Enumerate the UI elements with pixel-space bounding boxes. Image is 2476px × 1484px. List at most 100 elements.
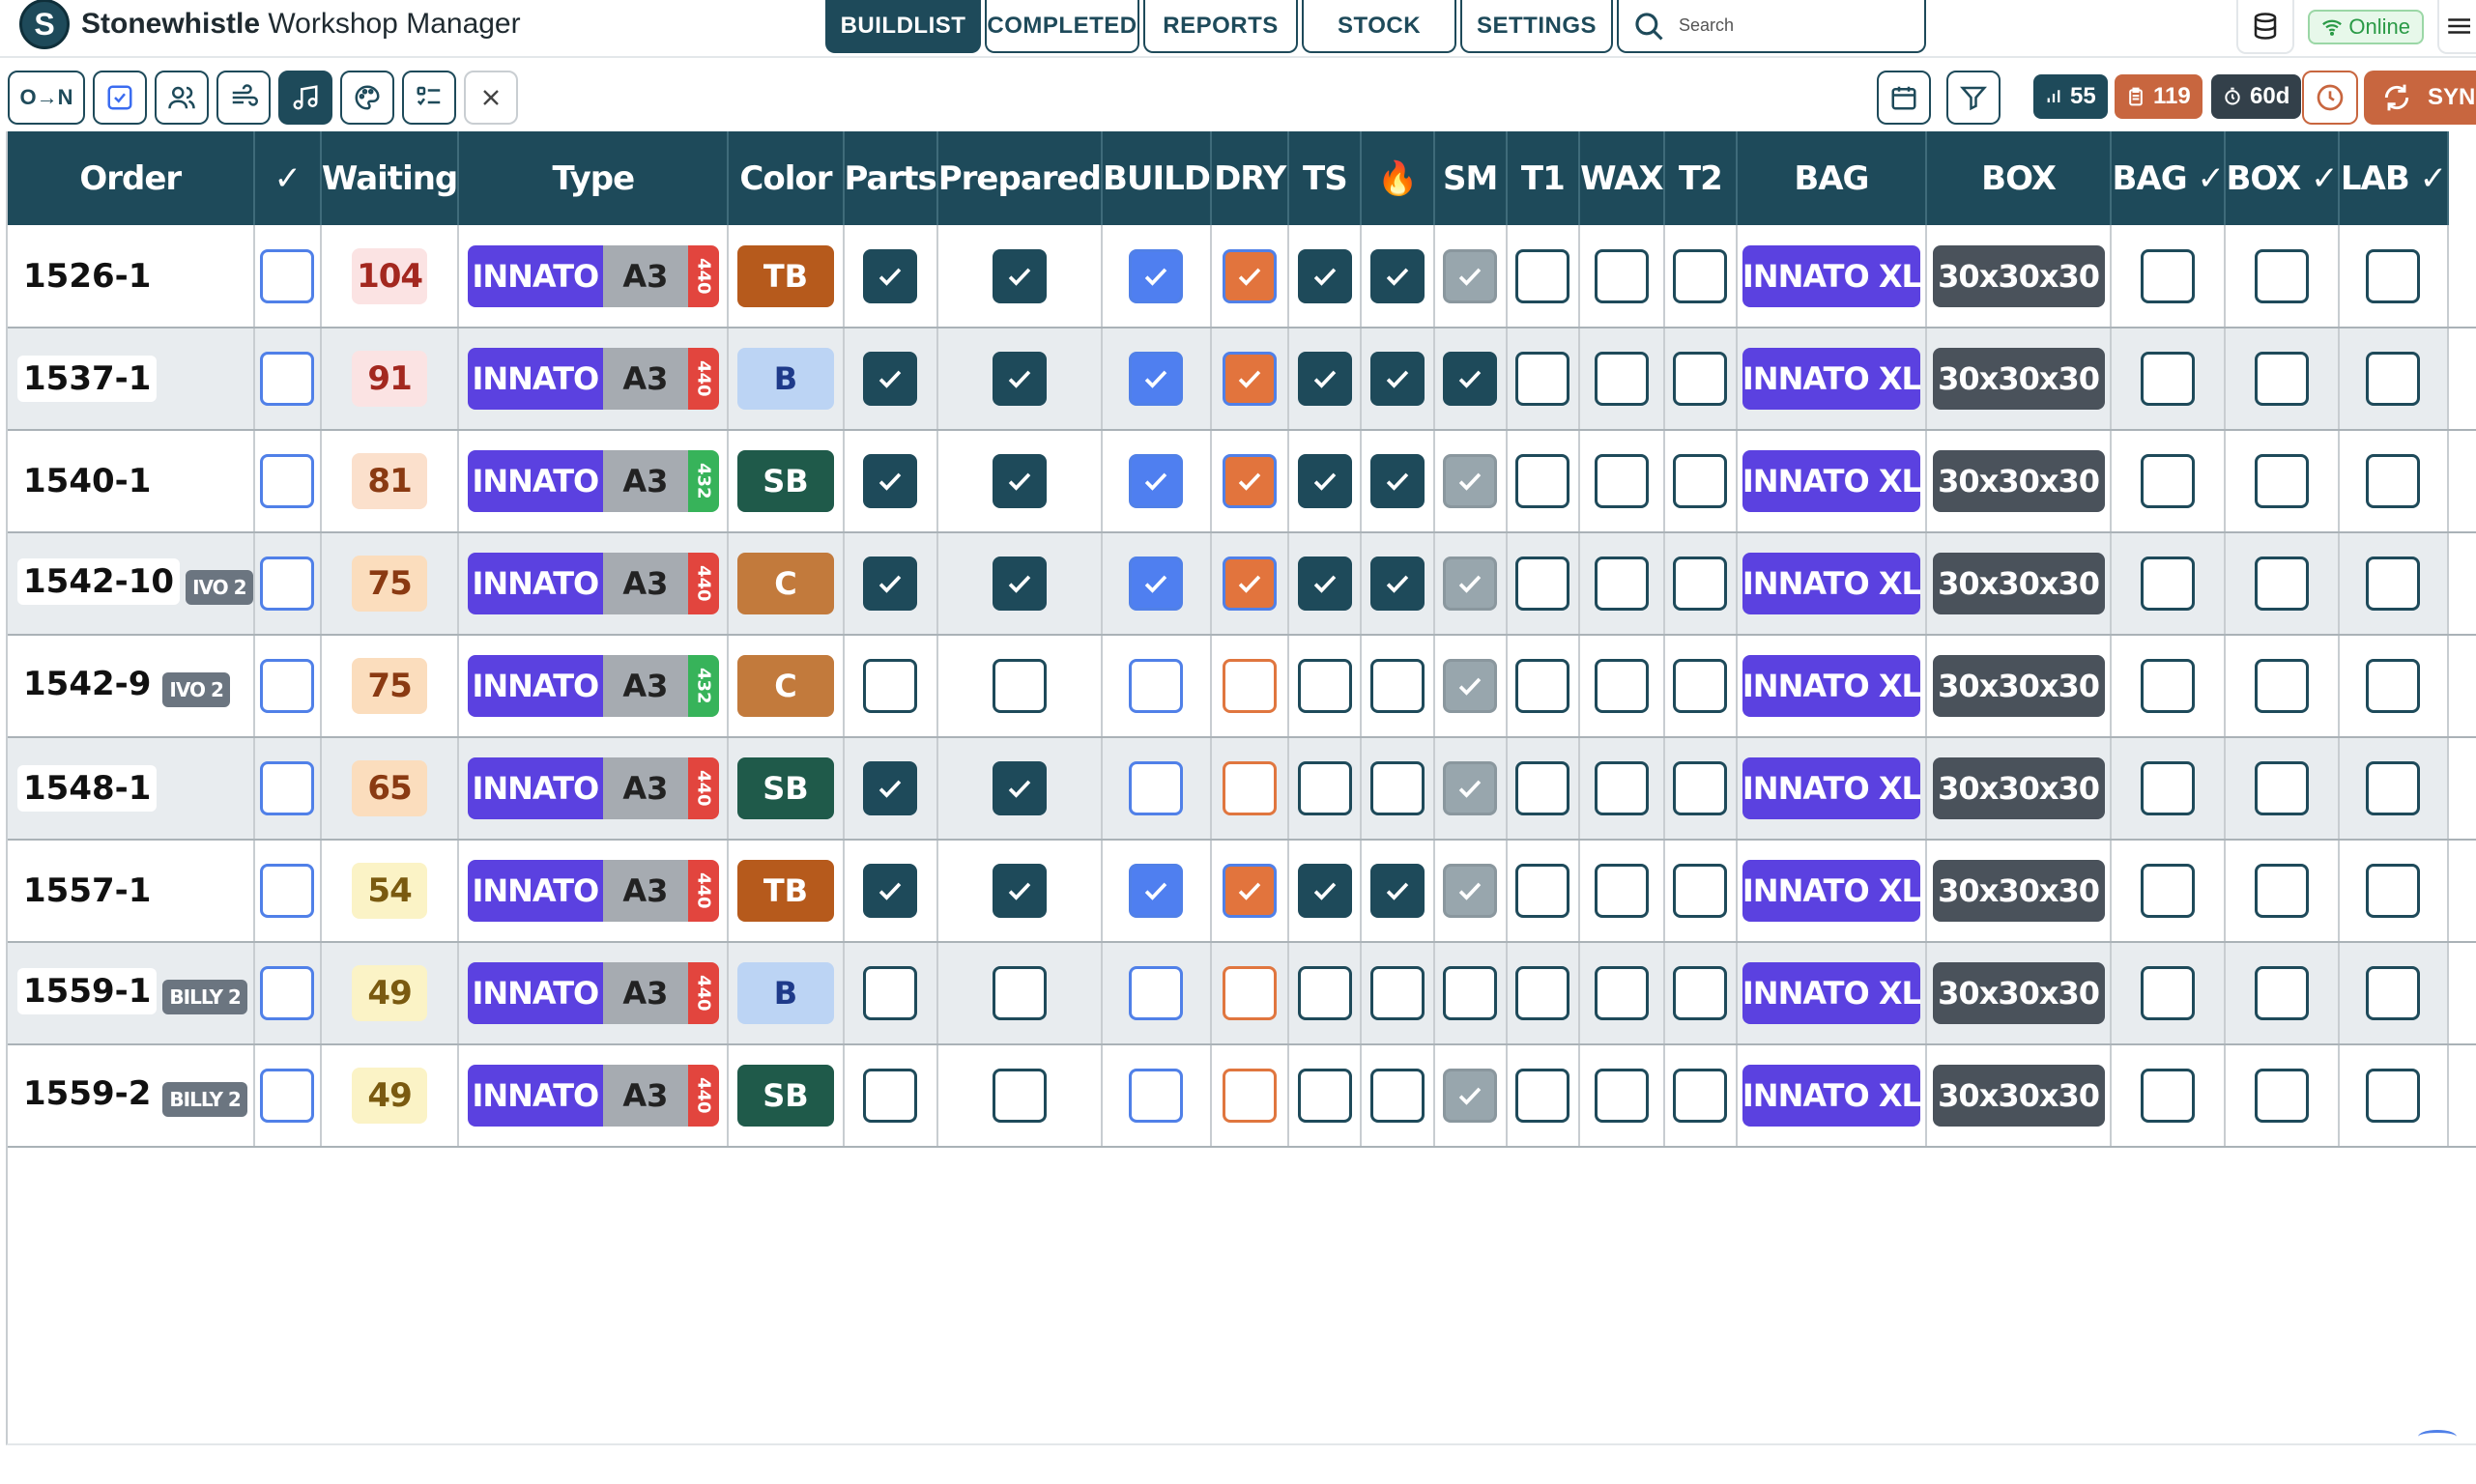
parts-checkbox[interactable] [863, 761, 918, 815]
parts-checkbox[interactable] [863, 1069, 918, 1123]
color-code-pill[interactable]: B [736, 962, 834, 1024]
sm-checkbox[interactable] [1443, 966, 1498, 1020]
select-row-checkbox[interactable] [260, 966, 315, 1020]
bag-done-checkbox[interactable] [2141, 659, 2196, 713]
order-number[interactable]: 1559-1 [17, 967, 158, 1014]
bag-type-pill[interactable]: INNATO XL [1742, 962, 1921, 1024]
column-header[interactable]: SM [1433, 131, 1508, 225]
order-number[interactable]: 1537-1 [17, 356, 158, 402]
build-checkbox[interactable] [1129, 454, 1184, 508]
box-done-checkbox[interactable] [2255, 454, 2310, 508]
dry-checkbox[interactable] [1223, 761, 1278, 815]
sm-checkbox[interactable] [1443, 454, 1498, 508]
dry-checkbox[interactable] [1223, 864, 1278, 918]
wax-checkbox[interactable] [1594, 659, 1649, 713]
tab-reports[interactable]: REPORTS [1143, 0, 1298, 53]
bag-type-pill[interactable]: INNATO XL [1742, 348, 1921, 410]
sm-checkbox[interactable] [1443, 248, 1498, 303]
label-done-checkbox[interactable] [2366, 248, 2421, 303]
prepared-checkbox[interactable] [992, 248, 1047, 303]
parts-checkbox[interactable] [863, 556, 918, 611]
fire-checkbox[interactable] [1370, 659, 1425, 713]
fire-checkbox[interactable] [1370, 454, 1425, 508]
sm-checkbox[interactable] [1443, 352, 1498, 406]
bag-type-pill[interactable]: INNATO XL [1742, 244, 1921, 307]
table-row[interactable]: 1542-10 IVO 2 75 INNATO A3 440 C INNATO XL 30x30… [8, 532, 2476, 636]
fire-checkbox[interactable] [1370, 248, 1425, 303]
prepared-checkbox[interactable] [992, 864, 1047, 918]
wind-filter-button[interactable] [216, 71, 271, 125]
tab-buildlist[interactable]: BUILDLIST [825, 0, 981, 53]
instrument-type-pill[interactable]: INNATO A3 440 [467, 1065, 719, 1127]
table-row[interactable]: 1526-1 104 INNATO A3 440 TB INNATO XL 30x30x30 [8, 225, 2476, 328]
color-code-pill[interactable]: TB [736, 244, 834, 307]
box-done-checkbox[interactable] [2255, 864, 2310, 918]
table-row[interactable]: 1557-1 54 INNATO A3 440 TB INNATO XL 30x30x30 [8, 840, 2476, 943]
column-header[interactable]: BOX [1925, 131, 2113, 225]
t1-checkbox[interactable] [1515, 352, 1570, 406]
instrument-type-pill[interactable]: INNATO A3 440 [467, 244, 719, 307]
prepared-checkbox[interactable] [992, 556, 1047, 611]
column-header[interactable]: 🔥 [1361, 131, 1435, 225]
fire-checkbox[interactable] [1370, 1069, 1425, 1123]
parts-checkbox[interactable] [863, 248, 918, 303]
instrument-type-pill[interactable]: INNATO A3 440 [467, 757, 719, 819]
fire-checkbox[interactable] [1370, 966, 1425, 1020]
column-header[interactable]: BAG ✓ [2111, 131, 2227, 225]
column-header[interactable]: DRY [1211, 131, 1290, 225]
instrument-type-pill[interactable]: INNATO A3 432 [467, 655, 719, 717]
fire-checkbox[interactable] [1370, 761, 1425, 815]
prepared-checkbox[interactable] [992, 761, 1047, 815]
box-size-pill[interactable]: 30x30x30 [1932, 450, 2105, 512]
box-size-pill[interactable]: 30x30x30 [1932, 244, 2105, 307]
sm-checkbox[interactable] [1443, 659, 1498, 713]
bag-done-checkbox[interactable] [2141, 248, 2196, 303]
column-header[interactable]: Waiting [320, 131, 460, 225]
build-checkbox[interactable] [1129, 966, 1184, 1020]
table-row[interactable]: 1537-1 91 INNATO A3 440 B INNATO XL 30x30x30 [8, 328, 2476, 431]
column-header[interactable]: T2 [1663, 131, 1738, 225]
ts-checkbox[interactable] [1297, 761, 1352, 815]
column-header[interactable]: TS [1288, 131, 1363, 225]
history-button[interactable] [2302, 71, 2358, 125]
dry-checkbox[interactable] [1223, 966, 1278, 1020]
music-filter-button[interactable] [278, 71, 332, 125]
bag-type-pill[interactable]: INNATO XL [1742, 655, 1921, 717]
select-row-checkbox[interactable] [260, 761, 315, 815]
box-done-checkbox[interactable] [2255, 1069, 2310, 1123]
select-row-checkbox[interactable] [260, 864, 315, 918]
ts-checkbox[interactable] [1297, 556, 1352, 611]
order-number[interactable]: 1526-1 [17, 252, 158, 300]
column-header[interactable]: ✓ [253, 131, 322, 225]
ts-checkbox[interactable] [1297, 659, 1352, 713]
t2-checkbox[interactable] [1673, 966, 1728, 1020]
select-row-checkbox[interactable] [260, 659, 315, 713]
sm-checkbox[interactable] [1443, 1069, 1498, 1123]
column-header[interactable]: BUILD [1101, 131, 1213, 225]
instrument-type-pill[interactable]: INNATO A3 440 [467, 962, 719, 1024]
bag-done-checkbox[interactable] [2141, 966, 2196, 1020]
column-header[interactable]: BAG [1736, 131, 1927, 225]
parts-checkbox[interactable] [863, 454, 918, 508]
box-size-pill[interactable]: 30x30x30 [1932, 962, 2105, 1024]
wax-checkbox[interactable] [1594, 454, 1649, 508]
dry-checkbox[interactable] [1223, 556, 1278, 611]
table-row[interactable]: 1542-9 IVO 2 75 INNATO A3 432 C INNATO XL 30x30x… [8, 635, 2476, 738]
label-done-checkbox[interactable] [2366, 659, 2421, 713]
build-checkbox[interactable] [1129, 659, 1184, 713]
instrument-type-pill[interactable]: INNATO A3 432 [467, 450, 719, 512]
label-done-checkbox[interactable] [2366, 556, 2421, 611]
ts-checkbox[interactable] [1297, 454, 1352, 508]
color-code-pill[interactable]: C [736, 553, 834, 614]
sm-checkbox[interactable] [1443, 556, 1498, 611]
t1-checkbox[interactable] [1515, 248, 1570, 303]
prepared-checkbox[interactable] [992, 454, 1047, 508]
select-row-checkbox[interactable] [260, 556, 315, 611]
dry-checkbox[interactable] [1223, 454, 1278, 508]
wax-checkbox[interactable] [1594, 248, 1649, 303]
t2-checkbox[interactable] [1673, 454, 1728, 508]
label-done-checkbox[interactable] [2366, 1069, 2421, 1123]
column-header[interactable]: Color [728, 131, 845, 225]
label-done-checkbox[interactable] [2366, 352, 2421, 406]
table-row[interactable]: 1559-1 BILLY 2 49 INNATO A3 440 B INNATO XL 30x3… [8, 942, 2476, 1045]
